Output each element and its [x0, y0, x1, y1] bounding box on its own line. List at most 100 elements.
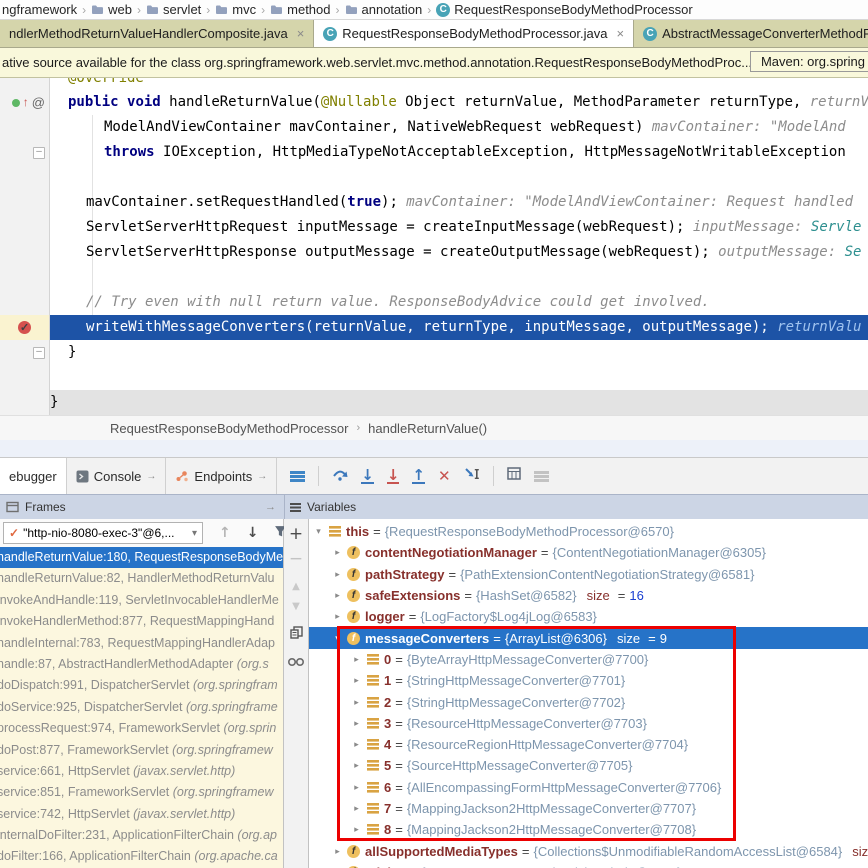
chevron-right-icon[interactable]: ▸ — [349, 803, 364, 814]
stack-frame-row[interactable]: handleReturnValue:82, HandlerMethodRetur… — [0, 568, 283, 589]
menu-icon[interactable] — [290, 471, 305, 482]
gutter[interactable] — [0, 290, 50, 315]
code-text[interactable] — [50, 265, 868, 290]
remove-icon[interactable]: − — [289, 551, 303, 568]
code-text[interactable]: } — [50, 390, 868, 415]
layout-icon[interactable] — [534, 471, 549, 482]
frames-header[interactable]: Frames → — [0, 500, 284, 514]
variable-row[interactable]: ▸2={StringHttpMessageConverter@7702} — [309, 691, 868, 712]
chevron-right-icon[interactable]: ▸ — [349, 654, 364, 665]
variable-row[interactable]: ▸fallSupportedMediaTypes={Collections$Un… — [309, 840, 868, 861]
breadcrumb-item[interactable]: ngframework — [2, 2, 77, 17]
gutter[interactable] — [0, 390, 50, 415]
chevron-right-icon[interactable]: ▸ — [330, 611, 345, 622]
close-icon[interactable]: × — [617, 26, 625, 41]
chevron-right-icon[interactable]: ▸ — [349, 782, 364, 793]
code-text[interactable]: // Try even with null return value. Resp… — [50, 290, 868, 315]
code-text[interactable]: throws IOException, HttpMediaTypeNotAcce… — [50, 140, 868, 165]
chevron-right-icon[interactable]: ▸ — [349, 739, 364, 750]
add-icon[interactable]: + — [289, 526, 303, 543]
code-text[interactable]: ModelAndViewContainer mavContainer, Nati… — [50, 115, 868, 140]
gutter[interactable] — [0, 365, 50, 390]
maven-source-selector[interactable]: Maven: org.spring — [750, 51, 868, 72]
gutter[interactable] — [0, 78, 50, 90]
step-over-icon[interactable] — [332, 467, 348, 486]
variable-row[interactable]: ▸5={SourceHttpMessageConverter@7705} — [309, 755, 868, 776]
stack-frame-row[interactable]: doFilter:166, ApplicationFilterChain (or… — [0, 846, 283, 867]
gutter[interactable] — [0, 115, 50, 140]
move-down-icon[interactable]: ▼ — [292, 602, 300, 612]
run-marker-icon[interactable] — [12, 99, 20, 107]
variable-row[interactable]: ▾fmessageConverters={ArrayList@6306}size… — [309, 627, 868, 648]
stack-frame-row[interactable]: invokeAndHandle:119, ServletInvocableHan… — [0, 590, 283, 611]
breakpoint-icon[interactable]: ✓ — [18, 321, 31, 334]
gutter[interactable]: ↑@ — [0, 90, 50, 115]
breadcrumb-item[interactable]: method — [270, 2, 330, 17]
frame-up-icon[interactable]: ↑ — [219, 525, 231, 541]
breadcrumb-item[interactable]: CRequestResponseBodyMethodProcessor — [436, 2, 692, 17]
variable-row[interactable]: ▸fadvice={RequestResponseBodyAdviceChain… — [309, 862, 868, 868]
fold-icon[interactable]: – — [33, 147, 45, 159]
variable-row[interactable]: ▸fsafeExtensions={HashSet@6582}size=16 — [309, 585, 868, 606]
gutter[interactable] — [0, 240, 50, 265]
move-up-icon[interactable]: ▲ — [292, 582, 300, 592]
chevron-right-icon[interactable]: ▸ — [330, 846, 345, 857]
editor-tab[interactable]: CRequestResponseBodyMethodProcessor.java… — [314, 20, 634, 47]
close-icon[interactable]: × — [297, 26, 305, 41]
variable-row[interactable]: ▸4={ResourceRegionHttpMessageConverter@7… — [309, 734, 868, 755]
debugger-tab-endpoints[interactable]: Endpoints→ — [166, 458, 277, 494]
stack-frame-row[interactable]: service:742, HttpServlet (javax.servlet.… — [0, 804, 283, 825]
variable-row[interactable]: ▸0={ByteArrayHttpMessageConverter@7700} — [309, 649, 868, 670]
chevron-right-icon[interactable]: ▸ — [349, 718, 364, 729]
step-out-icon[interactable]: ↑ — [412, 468, 425, 484]
stack-frame-row[interactable]: handleInternal:783, RequestMappingHandle… — [0, 633, 283, 654]
code-text[interactable]: } — [50, 340, 868, 365]
stack-frame-row[interactable]: doDispatch:991, DispatcherServlet (org.s… — [0, 675, 283, 696]
stack-frame-row[interactable]: internalDoFilter:231, ApplicationFilterC… — [0, 825, 283, 846]
code-editor[interactable]: @Override ↑@public void handleReturnValu… — [0, 78, 868, 415]
gutter[interactable] — [0, 265, 50, 290]
variable-row[interactable]: ▸7={MappingJackson2HttpMessageConverter@… — [309, 798, 868, 819]
code-text[interactable] — [50, 165, 868, 190]
breadcrumb-item[interactable]: servlet — [146, 2, 201, 17]
variable-row[interactable]: ▸fcontentNegotiationManager={ContentNego… — [309, 542, 868, 563]
code-text[interactable] — [50, 365, 868, 390]
stack-frame-row[interactable]: service:661, HttpServlet (javax.servlet.… — [0, 761, 283, 782]
editor-tab[interactable]: ndlerMethodReturnValueHandlerComposite.j… — [0, 20, 314, 47]
chevron-right-icon[interactable]: ▸ — [330, 569, 345, 580]
code-text[interactable]: ServletServerHttpResponse outputMessage … — [50, 240, 868, 265]
breadcrumb-method[interactable]: handleReturnValue() — [368, 421, 487, 436]
chevron-right-icon[interactable]: ▸ — [349, 824, 364, 835]
chevron-down-icon[interactable]: ▾ — [330, 633, 345, 644]
code-text[interactable]: mavContainer.setRequestHandled(true); ma… — [50, 190, 868, 215]
stack-frame-row[interactable]: doService:925, DispatcherServlet (org.sp… — [0, 697, 283, 718]
variable-row[interactable]: ▸6={AllEncompassingFormHttpMessageConver… — [309, 777, 868, 798]
stack-frame-row[interactable]: handle:87, AbstractHandlerMethodAdapter … — [0, 654, 283, 675]
gutter[interactable] — [0, 165, 50, 190]
override-arrow-icon[interactable]: ↑ — [23, 90, 29, 115]
chevron-right-icon[interactable]: ▸ — [330, 590, 345, 601]
code-text[interactable]: ServletServerHttpRequest inputMessage = … — [50, 215, 868, 240]
variable-row[interactable]: ▾this={RequestResponseBodyMethodProcesso… — [309, 521, 868, 542]
gutter[interactable] — [0, 215, 50, 240]
debugger-tab-console[interactable]: Console→ — [67, 458, 167, 494]
breadcrumb-class[interactable]: RequestResponseBodyMethodProcessor — [110, 421, 348, 436]
variable-row[interactable]: ▸3={ResourceHttpMessageConverter@7703} — [309, 713, 868, 734]
show-watches-icon[interactable] — [288, 654, 304, 670]
drop-frame-icon[interactable]: ✕ — [438, 469, 451, 483]
code-text[interactable]: writeWithMessageConverters(returnValue, … — [50, 315, 868, 340]
chevron-down-icon[interactable]: ▾ — [311, 526, 326, 537]
chevron-right-icon[interactable]: ▸ — [349, 697, 364, 708]
duplicate-icon[interactable] — [290, 626, 303, 642]
chevron-right-icon[interactable]: ▸ — [330, 547, 345, 558]
gutter[interactable]: ✓ — [0, 315, 50, 340]
run-to-cursor-icon[interactable] — [464, 467, 480, 486]
variables-header[interactable]: Variables — [285, 500, 356, 514]
gutter[interactable]: – — [0, 340, 50, 365]
stack-frame-row[interactable]: processRequest:974, FrameworkServlet (or… — [0, 718, 283, 739]
chevron-right-icon[interactable]: ▸ — [349, 760, 364, 771]
stack-frame-row[interactable]: service:851, FrameworkServlet (org.sprin… — [0, 782, 283, 803]
stack-frame-row[interactable]: invokeHandlerMethod:877, RequestMappingH… — [0, 611, 283, 632]
variable-row[interactable]: ▸8={MappingJackson2HttpMessageConverter@… — [309, 819, 868, 840]
stack-frame-row[interactable]: handleReturnValue:180, RequestResponseBo… — [0, 547, 283, 568]
